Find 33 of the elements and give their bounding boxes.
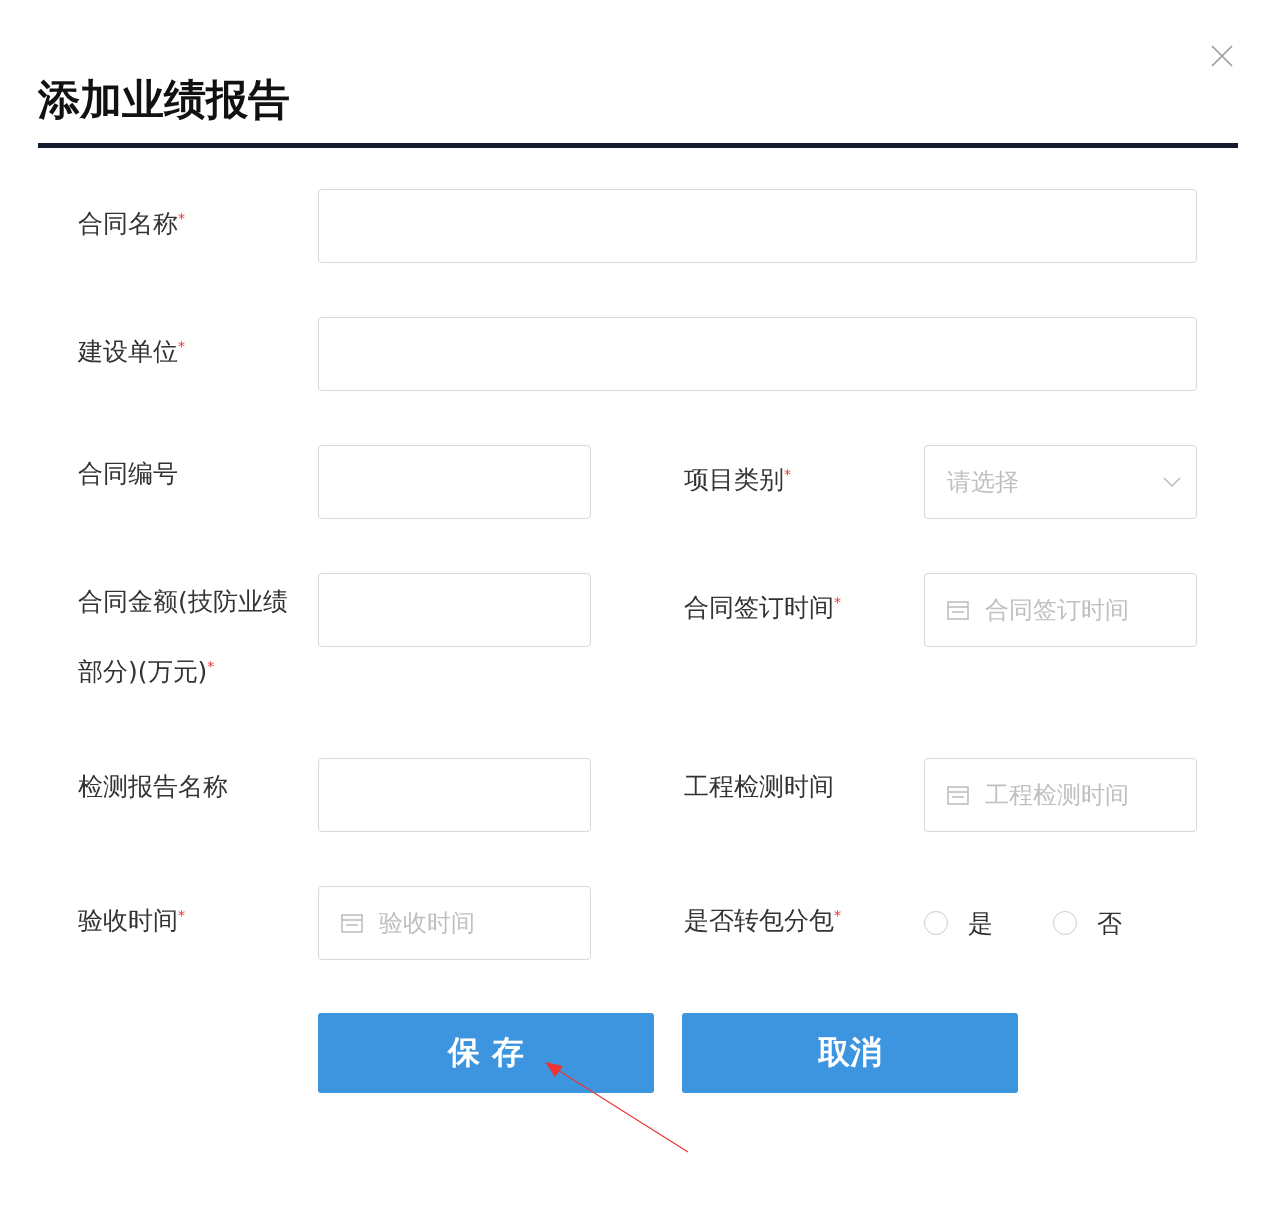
save-button[interactable]: 保 存	[318, 1013, 654, 1094]
input-field[interactable]	[318, 445, 591, 519]
calendar-icon	[947, 600, 969, 620]
date-field[interactable]: 验收时间	[318, 886, 591, 961]
select-field[interactable]: 请选择	[924, 445, 1197, 519]
field-label: 工程检测时间	[684, 771, 835, 804]
field-label: 合同编号	[78, 458, 179, 490]
close-icon[interactable]	[1210, 44, 1234, 68]
radio-label[interactable]: 否	[1097, 906, 1122, 940]
field-label: 项目类别$^{*}$	[684, 464, 792, 497]
select-placeholder: 请选择	[947, 467, 1019, 498]
field-label: 合同名称$^{*}$	[78, 208, 186, 241]
date-placeholder: 合同签订时间	[985, 595, 1129, 626]
field-label: 检测报告名称	[78, 771, 229, 804]
field-label: 合同金额(技防业绩部分)(万元)$^{*}$	[78, 586, 288, 689]
date-placeholder: 验收时间	[379, 908, 475, 940]
calendar-icon	[341, 913, 363, 934]
radio-label[interactable]: 是	[968, 906, 993, 940]
input-field[interactable]	[318, 573, 591, 647]
date-placeholder: 工程检测时间	[985, 780, 1129, 812]
field-label: 合同签订时间$^{*}$	[684, 592, 842, 625]
date-field[interactable]: 工程检测时间	[924, 758, 1197, 833]
chevron-down-icon	[1162, 476, 1182, 488]
dialog-title: 添加业绩报告	[38, 74, 290, 126]
field-label: 验收时间$^{*}$	[78, 905, 186, 938]
input-field[interactable]	[318, 189, 1197, 263]
input-field[interactable]	[318, 317, 1197, 391]
field-label: 建设单位$^{*}$	[78, 336, 186, 369]
input-field[interactable]	[318, 758, 591, 833]
field-label: 是否转包分包$^{*}$	[684, 905, 842, 938]
calendar-icon	[947, 785, 969, 806]
cancel-button[interactable]: 取消	[682, 1013, 1018, 1094]
date-field[interactable]: 合同签订时间	[924, 573, 1197, 647]
